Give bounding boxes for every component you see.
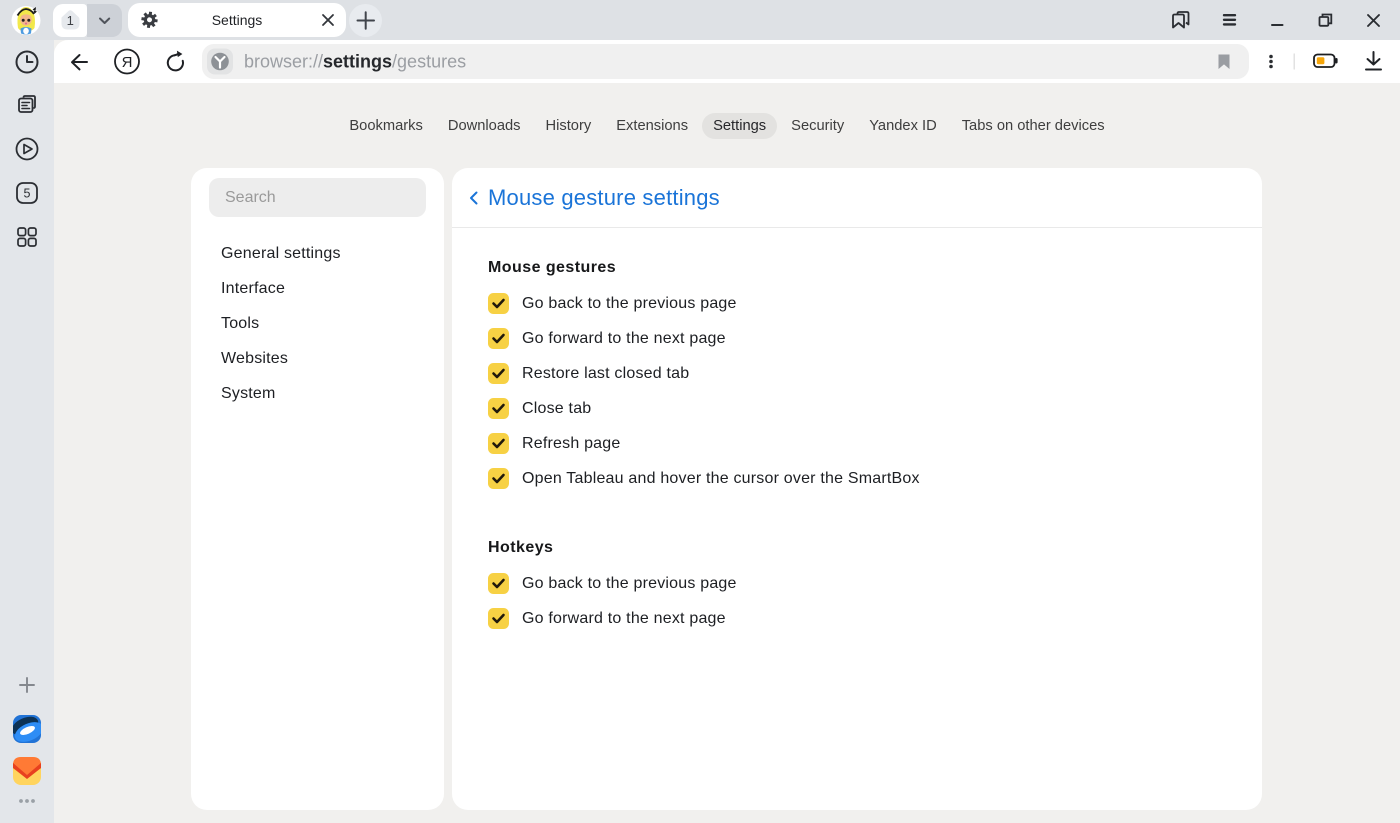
svg-text:5: 5 — [24, 187, 31, 201]
svg-text:Я: Я — [122, 54, 133, 71]
svg-text:browser://settings/gestures: browser://settings/gestures — [244, 52, 466, 72]
svg-text:1: 1 — [67, 13, 74, 28]
